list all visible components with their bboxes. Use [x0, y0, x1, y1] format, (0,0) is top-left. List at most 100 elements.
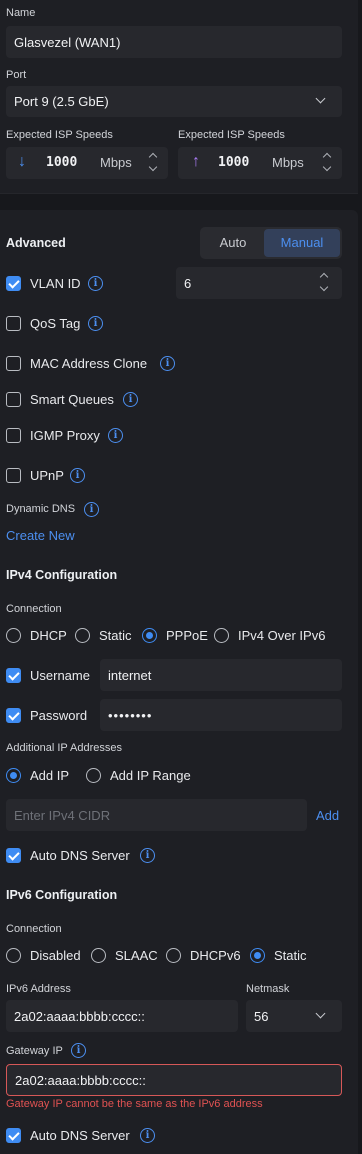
- username-label: Username: [30, 668, 90, 683]
- name-label: Name: [6, 7, 36, 19]
- username-value: internet: [108, 667, 152, 683]
- ipv4-over-ipv6-radio[interactable]: [214, 628, 229, 643]
- ipv6-connection-label: Connection: [6, 923, 62, 935]
- username-input[interactable]: internet: [100, 659, 342, 691]
- static-v6-label: Static: [274, 948, 307, 963]
- mode-auto-button[interactable]: Auto: [202, 229, 264, 257]
- dhcp-label: DHCP: [30, 628, 67, 643]
- igmp-proxy-label: IGMP Proxy: [30, 428, 100, 443]
- password-label: Password: [30, 708, 88, 723]
- disabled-radio[interactable]: [6, 948, 21, 963]
- increment-icon[interactable]: [319, 272, 329, 282]
- mac-clone-checkbox[interactable]: [6, 356, 21, 371]
- add-cidr-button[interactable]: Add: [316, 808, 339, 823]
- arrow-down-icon: ↓: [18, 153, 26, 170]
- info-icon[interactable]: i: [70, 468, 85, 483]
- download-speed-input[interactable]: ↓ 1000 Mbps: [6, 147, 168, 179]
- upnp-label: UPnP: [30, 468, 64, 483]
- ipv6-auto-dns-checkbox[interactable]: [6, 1128, 21, 1143]
- upload-speed-input[interactable]: ↑ 1000 Mbps: [178, 147, 342, 179]
- upload-speed-label: Expected ISP Speeds: [178, 129, 285, 141]
- password-value: ••••••••: [108, 707, 153, 723]
- decrement-icon[interactable]: [319, 282, 329, 292]
- static-radio[interactable]: [75, 628, 90, 643]
- chevron-down-icon: [315, 1008, 326, 1019]
- download-speed-label: Expected ISP Speeds: [6, 129, 113, 141]
- qos-label: QoS Tag: [30, 316, 81, 331]
- ipv4-cidr-input[interactable]: Enter IPv4 CIDR: [6, 799, 307, 831]
- vlan-id-value: 6: [184, 275, 192, 291]
- increment-icon[interactable]: [322, 152, 332, 162]
- netmask-label: Netmask: [246, 983, 290, 995]
- info-icon[interactable]: i: [88, 276, 103, 291]
- upload-unit: Mbps: [272, 155, 304, 170]
- smart-queues-checkbox[interactable]: [6, 392, 21, 407]
- gateway-input[interactable]: 2a02:aaaa:bbbb:cccc::: [6, 1064, 342, 1096]
- add-ip-range-label: Add IP Range: [110, 768, 191, 783]
- ipv4-heading: IPv4 Configuration: [6, 568, 118, 582]
- info-icon[interactable]: i: [140, 1128, 155, 1143]
- create-new-ddns-link[interactable]: Create New: [6, 528, 75, 543]
- mac-clone-label: MAC Address Clone: [30, 356, 148, 371]
- vlan-checkbox[interactable]: [6, 276, 21, 291]
- slaac-radio[interactable]: [91, 948, 106, 963]
- upload-speed-value: 1000: [218, 155, 250, 170]
- netmask-value: 56: [254, 1008, 269, 1024]
- arrow-up-icon: ↑: [192, 153, 200, 170]
- cidr-placeholder: Enter IPv4 CIDR: [14, 807, 111, 823]
- qos-checkbox[interactable]: [6, 316, 21, 331]
- ipv4-over-ipv6-label: IPv4 Over IPv6: [238, 628, 326, 643]
- igmp-proxy-checkbox[interactable]: [6, 428, 21, 443]
- upnp-checkbox[interactable]: [6, 468, 21, 483]
- ipv6-auto-dns-label: Auto DNS Server: [30, 1128, 130, 1143]
- static-v6-radio[interactable]: [250, 948, 265, 963]
- dynamic-dns-label: Dynamic DNS: [6, 503, 76, 515]
- ipv6-address-input[interactable]: 2a02:aaaa:bbbb:cccc::: [6, 1000, 238, 1032]
- download-unit: Mbps: [100, 155, 132, 170]
- mode-toggle: Auto Manual: [200, 227, 342, 259]
- dhcp-radio[interactable]: [6, 628, 21, 643]
- username-checkbox[interactable]: [6, 668, 21, 683]
- add-ip-range-radio[interactable]: [86, 768, 101, 783]
- password-input[interactable]: ••••••••: [100, 699, 342, 731]
- name-input[interactable]: Glasvezel (WAN1): [6, 26, 342, 58]
- advanced-heading: Advanced: [6, 236, 66, 250]
- vlan-id-input[interactable]: 6: [176, 267, 342, 299]
- advanced-settings-panel: Advanced Auto Manual VLAN ID i 6 QoS Tag…: [0, 210, 358, 1154]
- ipv6-address-value: 2a02:aaaa:bbbb:cccc::: [14, 1008, 145, 1024]
- info-icon[interactable]: i: [123, 392, 138, 407]
- additional-ip-label: Additional IP Addresses: [6, 742, 122, 754]
- info-icon[interactable]: i: [108, 428, 123, 443]
- ipv6-heading: IPv6 Configuration: [6, 888, 118, 902]
- download-speed-value: 1000: [46, 155, 78, 170]
- netmask-select[interactable]: 56: [246, 1000, 342, 1032]
- ipv4-auto-dns-checkbox[interactable]: [6, 848, 21, 863]
- pppoe-radio[interactable]: [142, 628, 157, 643]
- ipv4-connection-label: Connection: [6, 603, 62, 615]
- chevron-down-icon: [315, 93, 326, 104]
- port-value: Port 9 (2.5 GbE): [14, 94, 109, 109]
- vlan-label: VLAN ID: [30, 276, 81, 291]
- dhcpv6-radio[interactable]: [166, 948, 181, 963]
- gateway-value: 2a02:aaaa:bbbb:cccc::: [15, 1072, 146, 1088]
- gateway-label: Gateway IP: [6, 1045, 63, 1057]
- slaac-label: SLAAC: [115, 948, 158, 963]
- add-ip-radio[interactable]: [6, 768, 21, 783]
- ipv4-auto-dns-label: Auto DNS Server: [30, 848, 130, 863]
- decrement-icon[interactable]: [148, 162, 158, 172]
- password-checkbox[interactable]: [6, 708, 21, 723]
- info-icon[interactable]: i: [140, 848, 155, 863]
- name-value: Glasvezel (WAN1): [14, 34, 121, 50]
- increment-icon[interactable]: [148, 152, 158, 162]
- port-select[interactable]: Port 9 (2.5 GbE): [6, 86, 342, 117]
- port-label: Port: [6, 69, 27, 81]
- info-icon[interactable]: i: [71, 1043, 86, 1058]
- info-icon[interactable]: i: [84, 502, 99, 517]
- add-ip-label: Add IP: [30, 768, 70, 783]
- smart-queues-label: Smart Queues: [30, 392, 114, 407]
- ipv6-address-label: IPv6 Address: [6, 983, 71, 995]
- info-icon[interactable]: i: [88, 316, 103, 331]
- info-icon[interactable]: i: [160, 356, 175, 371]
- mode-manual-button[interactable]: Manual: [264, 229, 340, 257]
- decrement-icon[interactable]: [322, 162, 332, 172]
